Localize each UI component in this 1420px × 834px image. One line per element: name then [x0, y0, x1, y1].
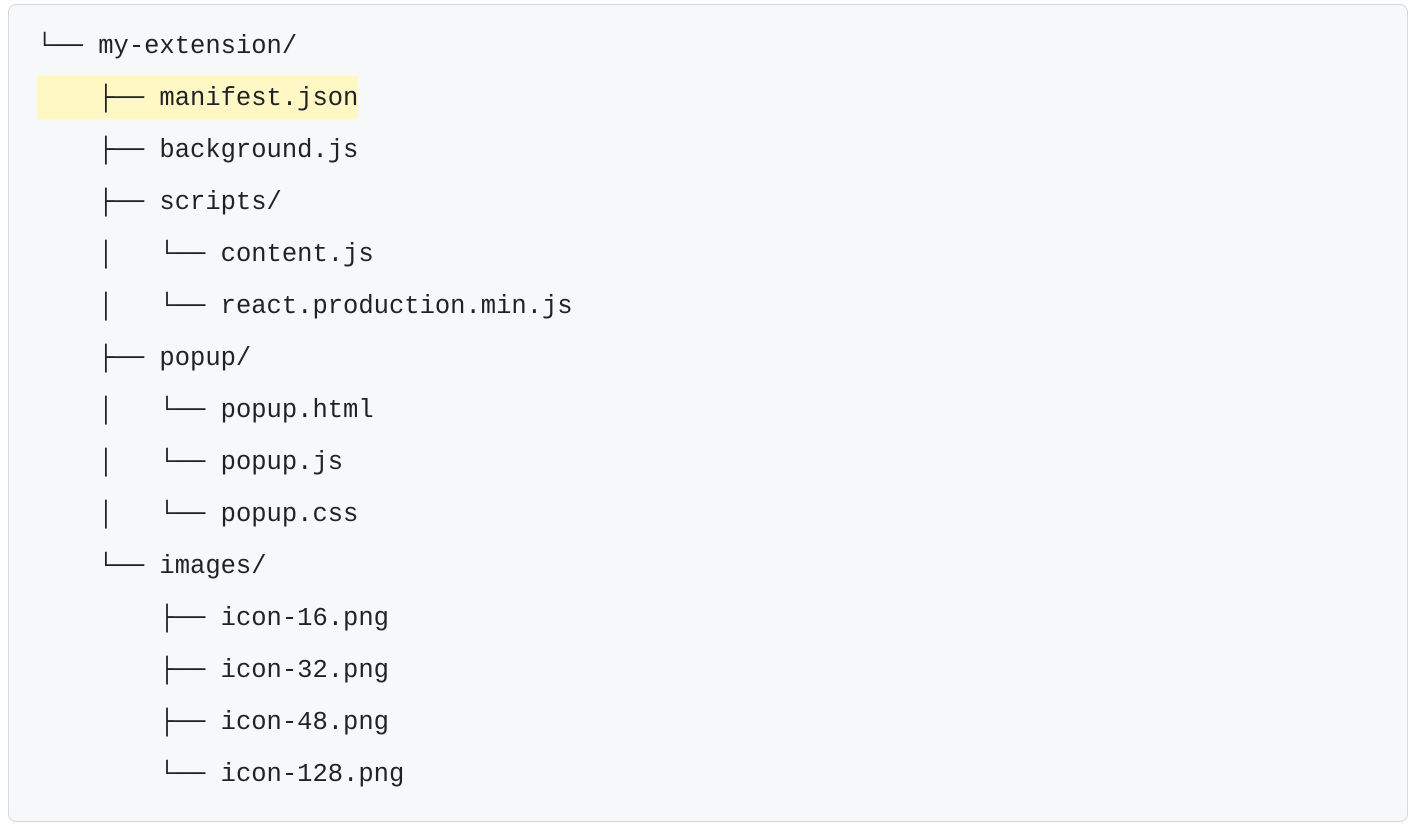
tree-filename: icon-128.png	[221, 760, 405, 789]
tree-filename: react.production.min.js	[221, 292, 573, 321]
tree-filename: icon-16.png	[221, 604, 389, 633]
tree-filename: popup.html	[221, 396, 374, 425]
tree-line: ├── icon-16.png	[9, 593, 1407, 645]
tree-line: ├── icon-48.png	[9, 697, 1407, 749]
tree-line: │ └── react.production.min.js	[9, 281, 1407, 333]
tree-prefix: │ └──	[37, 240, 221, 269]
tree-prefix: └──	[37, 760, 221, 789]
tree-prefix: ├──	[37, 708, 221, 737]
tree-prefix: └──	[37, 552, 159, 581]
tree-line: │ └── popup.js	[9, 437, 1407, 489]
tree-prefix: └──	[37, 32, 98, 61]
tree-filename: my-extension/	[98, 32, 297, 61]
tree-filename: icon-32.png	[221, 656, 389, 685]
highlighted-entry: ├── manifest.json	[37, 76, 358, 119]
tree-prefix: │ └──	[37, 396, 221, 425]
tree-prefix: ├──	[37, 656, 221, 685]
tree-prefix: ├──	[37, 604, 221, 633]
tree-line: │ └── popup.html	[9, 385, 1407, 437]
tree-filename: scripts/	[159, 188, 281, 217]
tree-prefix: │ └──	[37, 500, 221, 529]
tree-filename: popup.js	[221, 448, 343, 477]
tree-line: └── images/	[9, 541, 1407, 593]
tree-prefix: ├──	[37, 344, 159, 373]
tree-filename: popup.css	[221, 500, 359, 529]
tree-filename: icon-48.png	[221, 708, 389, 737]
tree-line: └── icon-128.png	[9, 749, 1407, 801]
tree-prefix: ├──	[37, 136, 159, 165]
tree-filename: images/	[159, 552, 266, 581]
tree-line: ├── icon-32.png	[9, 645, 1407, 697]
file-tree: └── my-extension/ ├── manifest.json ├── …	[9, 21, 1407, 801]
tree-filename: popup/	[159, 344, 251, 373]
tree-line: ├── background.js	[9, 125, 1407, 177]
tree-line: ├── scripts/	[9, 177, 1407, 229]
tree-line: │ └── popup.css	[9, 489, 1407, 541]
tree-prefix: │ └──	[37, 292, 221, 321]
tree-filename: manifest.json	[159, 84, 358, 113]
tree-prefix: ├──	[37, 188, 159, 217]
tree-line: │ └── content.js	[9, 229, 1407, 281]
code-block: └── my-extension/ ├── manifest.json ├── …	[8, 4, 1408, 822]
tree-filename: content.js	[221, 240, 374, 269]
tree-prefix: │ └──	[37, 448, 221, 477]
tree-prefix: ├──	[37, 84, 159, 113]
tree-line: ├── manifest.json	[9, 73, 1407, 125]
tree-filename: background.js	[159, 136, 358, 165]
tree-line: └── my-extension/	[9, 21, 1407, 73]
tree-line: ├── popup/	[9, 333, 1407, 385]
